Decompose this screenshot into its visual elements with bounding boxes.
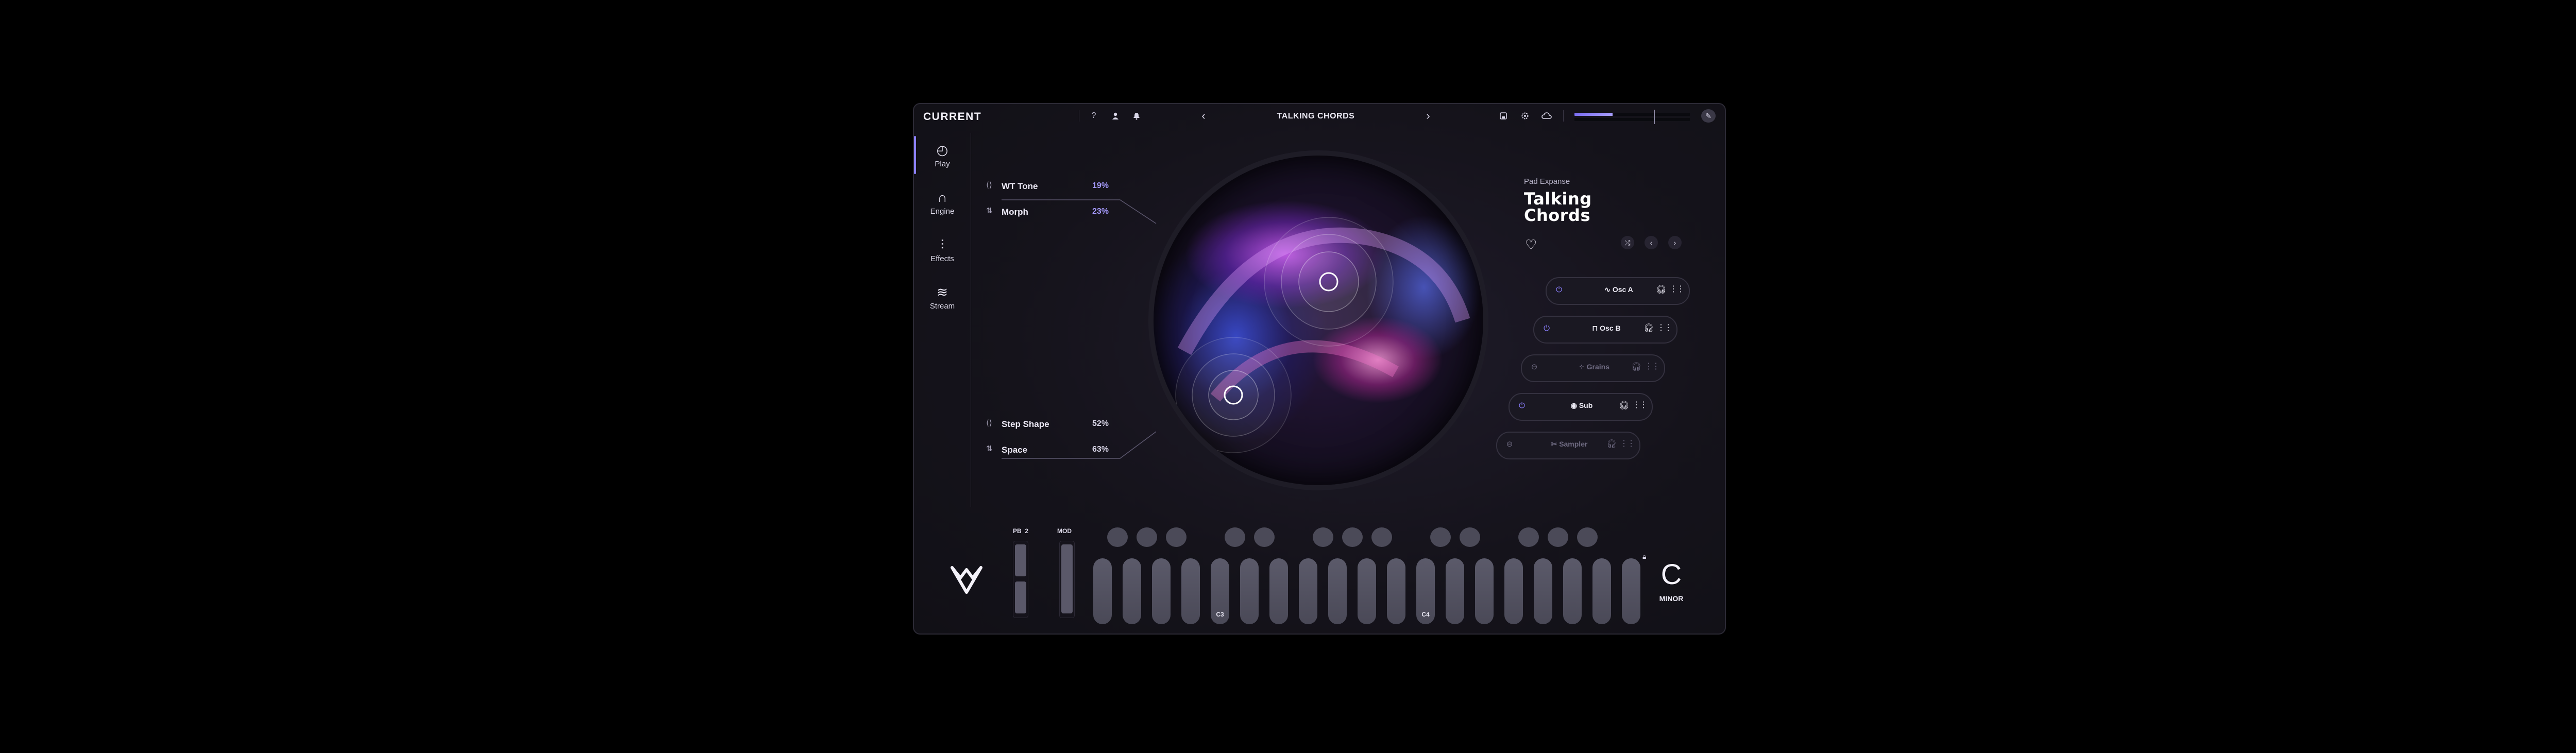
white-key[interactable] bbox=[1387, 558, 1405, 624]
white-key[interactable] bbox=[1123, 558, 1141, 624]
black-key[interactable] bbox=[1166, 527, 1187, 547]
black-key[interactable] bbox=[1313, 527, 1333, 547]
sampler-icon: ✂ bbox=[1551, 440, 1557, 448]
layer-name: ∿ Osc A bbox=[1583, 285, 1655, 294]
headphones-icon[interactable]: 🎧︎ bbox=[1619, 400, 1629, 410]
black-key[interactable] bbox=[1430, 527, 1451, 547]
layer-name: ✂ Sampler bbox=[1533, 440, 1605, 449]
sub-icon: ◉ bbox=[1570, 401, 1577, 409]
pitch-bend-label: PB 2 bbox=[1013, 527, 1028, 535]
prev-preset-small-button[interactable]: ‹ bbox=[1645, 236, 1658, 249]
black-key[interactable] bbox=[1577, 527, 1598, 547]
pitch-bend-wheel[interactable] bbox=[1013, 541, 1028, 618]
xy-visualizer[interactable] bbox=[1148, 150, 1488, 490]
pitch-bend-lower bbox=[1015, 581, 1026, 613]
layer-sampler[interactable]: ⊖ ✂ Sampler 🎧︎ ⋮⋮ bbox=[1496, 432, 1640, 459]
white-key[interactable] bbox=[1563, 558, 1582, 624]
layer-osc-b[interactable]: ⏻ ⊓ Osc B 🎧︎ ⋮⋮ bbox=[1533, 316, 1677, 344]
white-key[interactable] bbox=[1093, 558, 1112, 624]
xy-handles bbox=[1175, 217, 1470, 453]
white-key[interactable] bbox=[1181, 558, 1200, 624]
power-icon[interactable]: ⏻ bbox=[1541, 323, 1552, 334]
mod-wheel-label: MOD bbox=[1057, 527, 1072, 535]
black-key[interactable] bbox=[1518, 527, 1539, 547]
black-key[interactable] bbox=[1107, 527, 1128, 547]
power-icon[interactable]: ⏻ bbox=[1517, 401, 1527, 411]
white-key[interactable] bbox=[1475, 558, 1494, 624]
xy-handle-primary[interactable] bbox=[1264, 217, 1394, 347]
headphones-icon[interactable]: 🎧︎ bbox=[1643, 323, 1654, 333]
shuffle-icon[interactable]: ⤮ bbox=[1621, 236, 1634, 249]
white-key[interactable] bbox=[1504, 558, 1523, 624]
pb-label: PB bbox=[1013, 527, 1022, 535]
white-key[interactable] bbox=[1534, 558, 1552, 624]
drag-handle-icon[interactable]: ⋮⋮ bbox=[1645, 361, 1660, 371]
power-off-icon[interactable]: ⊖ bbox=[1529, 362, 1539, 372]
layer-name: ⁘ Grains bbox=[1558, 363, 1630, 371]
white-key-c3[interactable]: C3 bbox=[1211, 558, 1229, 624]
white-key[interactable] bbox=[1592, 558, 1611, 624]
white-key[interactable] bbox=[1299, 558, 1317, 624]
layer-label: Osc A bbox=[1612, 285, 1633, 294]
sphere-artwork bbox=[1154, 156, 1483, 485]
lock-icon[interactable]: 🔒︎ bbox=[1642, 552, 1646, 561]
next-preset-small-button[interactable]: › bbox=[1668, 236, 1682, 249]
layer-label: Osc B bbox=[1600, 324, 1621, 332]
white-key[interactable] bbox=[1622, 558, 1640, 624]
key-label: C4 bbox=[1421, 611, 1430, 618]
white-key[interactable] bbox=[1152, 558, 1171, 624]
headphones-icon[interactable]: 🎧︎ bbox=[1656, 284, 1666, 295]
black-key[interactable] bbox=[1137, 527, 1157, 547]
drag-handle-icon[interactable]: ⋮⋮ bbox=[1657, 322, 1672, 333]
headphones-icon[interactable]: 🎧︎ bbox=[1606, 439, 1617, 449]
pitch-bend-upper bbox=[1015, 544, 1026, 576]
mod-wheel[interactable] bbox=[1059, 541, 1075, 618]
black-key[interactable] bbox=[1225, 527, 1245, 547]
mod-wheel-fill bbox=[1061, 544, 1073, 613]
layer-label: Sampler bbox=[1559, 440, 1588, 448]
layer-grains[interactable]: ⊖ ⁘ Grains 🎧︎ ⋮⋮ bbox=[1521, 354, 1665, 382]
square-wave-icon: ⊓ bbox=[1592, 324, 1598, 332]
layer-label: Grains bbox=[1586, 363, 1609, 371]
white-key-c4[interactable]: C4 bbox=[1416, 558, 1435, 624]
drag-handle-icon[interactable]: ⋮⋮ bbox=[1632, 400, 1648, 410]
power-off-icon[interactable]: ⊖ bbox=[1504, 439, 1515, 450]
white-key[interactable] bbox=[1358, 558, 1376, 624]
preset-pack-name: Pad Expanse bbox=[1524, 177, 1570, 186]
layer-label: Sub bbox=[1579, 401, 1593, 409]
sine-icon: ∿ bbox=[1604, 285, 1611, 294]
layer-name: ◉ Sub bbox=[1546, 401, 1618, 410]
preset-name-line: Chords bbox=[1524, 206, 1590, 225]
white-key[interactable] bbox=[1269, 558, 1288, 624]
white-key[interactable] bbox=[1240, 558, 1259, 624]
grains-icon: ⁘ bbox=[1579, 363, 1585, 371]
pb-range[interactable]: 2 bbox=[1025, 527, 1028, 535]
drag-handle-icon[interactable]: ⋮⋮ bbox=[1669, 284, 1685, 294]
brand-logo-icon bbox=[950, 562, 983, 603]
preset-name-line: Talking bbox=[1524, 189, 1592, 209]
scale-mode[interactable]: MINOR bbox=[1656, 594, 1687, 603]
layer-osc-a[interactable]: ⏻ ∿ Osc A 🎧︎ ⋮⋮ bbox=[1546, 277, 1690, 305]
black-key[interactable] bbox=[1548, 527, 1568, 547]
key-label: C3 bbox=[1216, 611, 1224, 618]
preset-name: Talking Chords bbox=[1524, 191, 1592, 224]
xy-handle-secondary[interactable] bbox=[1175, 337, 1292, 453]
favorite-heart-icon[interactable]: ♡ bbox=[1525, 237, 1537, 253]
scale-key-note[interactable]: C bbox=[1656, 557, 1687, 591]
white-key[interactable] bbox=[1328, 558, 1347, 624]
layer-name: ⊓ Osc B bbox=[1570, 324, 1642, 333]
black-key[interactable] bbox=[1342, 527, 1363, 547]
power-icon[interactable]: ⏻ bbox=[1554, 285, 1564, 295]
headphones-icon[interactable]: 🎧︎ bbox=[1631, 362, 1641, 372]
plugin-window: CURRENT ? ‹ TALKING CHORDS › ✎ ◴ Play ∩ … bbox=[913, 103, 1726, 635]
drag-handle-icon[interactable]: ⋮⋮ bbox=[1620, 438, 1635, 449]
white-key[interactable] bbox=[1446, 558, 1464, 624]
layer-sub[interactable]: ⏻ ◉ Sub 🎧︎ ⋮⋮ bbox=[1509, 393, 1653, 421]
black-key[interactable] bbox=[1460, 527, 1480, 547]
black-key[interactable] bbox=[1254, 527, 1275, 547]
black-key[interactable] bbox=[1371, 527, 1392, 547]
